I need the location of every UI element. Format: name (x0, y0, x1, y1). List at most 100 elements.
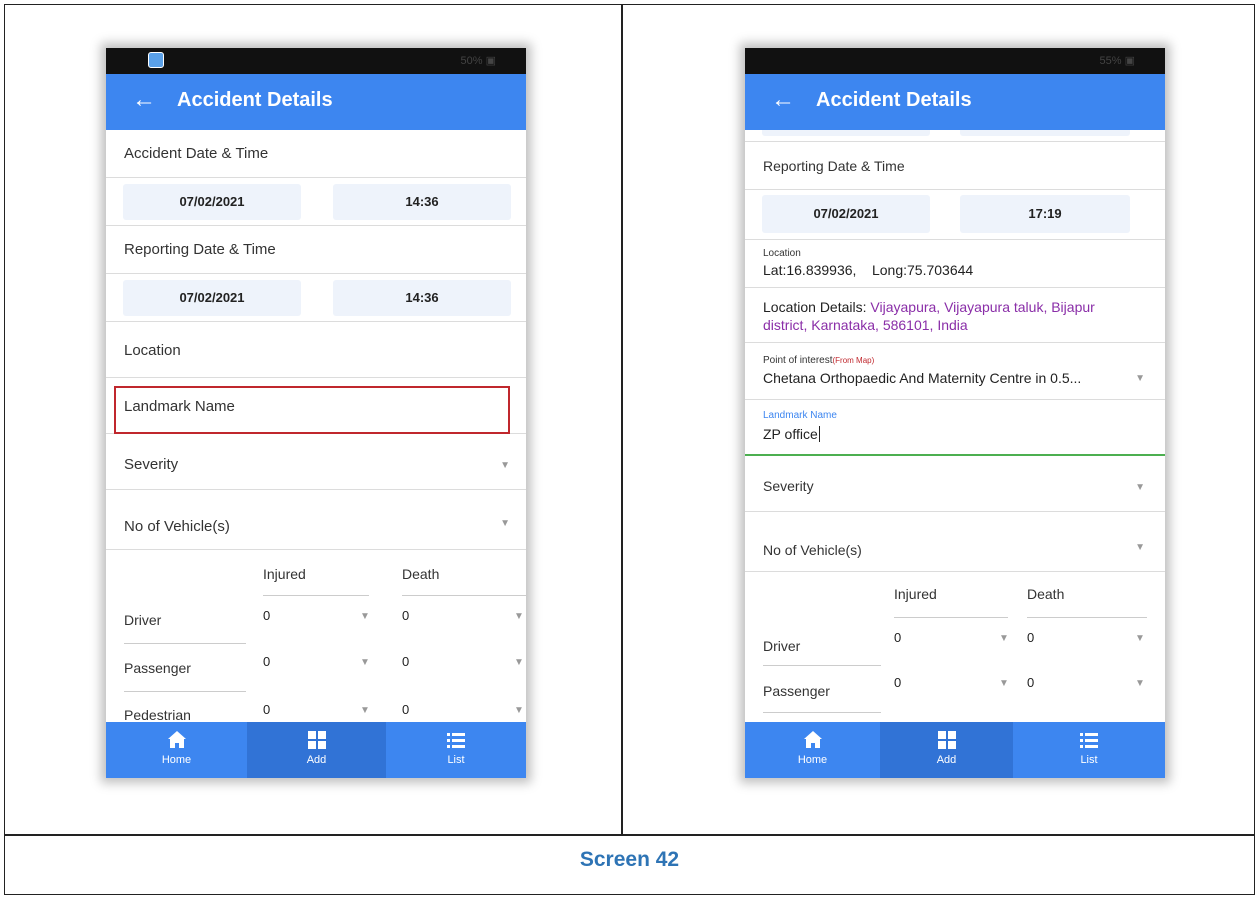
vehicles-select[interactable]: No of Vehicle(s) (124, 518, 230, 535)
home-icon (167, 731, 186, 748)
page-title: Accident Details (816, 89, 972, 111)
injured-column-header: Injured (263, 566, 306, 582)
pedestrian-label: Pedestrian (124, 707, 191, 722)
driver-injured-select[interactable]: 0 (263, 608, 270, 623)
page-title: Accident Details (177, 89, 333, 111)
back-arrow-icon[interactable]: ← (132, 88, 156, 112)
chevron-down-icon: ▼ (1135, 633, 1145, 644)
bottom-navigation: Home Add List (106, 722, 526, 778)
driver-injured-select[interactable]: 0 (894, 630, 901, 645)
screen-caption: Screen 42 (579, 848, 680, 871)
chevron-down-icon: ▼ (999, 678, 1009, 689)
driver-death-select[interactable]: 0 (1027, 630, 1034, 645)
chevron-down-icon: ▼ (514, 657, 524, 668)
severity-row[interactable]: Severity ▼ (745, 456, 1165, 512)
reporting-time-field[interactable]: 14:36 (333, 280, 511, 316)
chevron-down-icon: ▼ (999, 633, 1009, 644)
home-icon (803, 731, 822, 748)
nav-add[interactable]: Add (247, 722, 386, 778)
death-header-underline (1027, 617, 1147, 618)
form-content: Accident Date & Time 07/02/2021 14:36 Re… (106, 130, 526, 722)
passenger-label: Passenger (124, 660, 191, 676)
driver-label: Driver (124, 612, 162, 628)
location-row[interactable]: Location Lat:16.839936, Long:75.703644 (745, 240, 1165, 288)
nav-home-label: Home (161, 754, 192, 766)
back-arrow-icon[interactable]: ← (771, 88, 795, 112)
severity-dropdown-icon: ▼ (1135, 482, 1145, 493)
vehicles-dropdown-icon: ▼ (500, 518, 510, 529)
app-bar: ← Accident Details (106, 74, 526, 130)
reporting-date-field[interactable]: 07/02/2021 (123, 280, 301, 316)
severity-select[interactable]: Severity (124, 456, 178, 473)
severity-row[interactable]: Severity ▼ (106, 434, 526, 490)
passenger-injured-select[interactable]: 0 (894, 675, 901, 690)
vehicles-row[interactable]: No of Vehicle(s) ▼ (106, 490, 526, 550)
location-details: Location Details: Vijayapura, Vijayapura… (763, 298, 1158, 334)
location-details-value-line2: district, Karnataka, 586101, India (763, 317, 968, 333)
nav-home-label: Home (797, 754, 828, 766)
accident-date-field[interactable]: 07/02/2021 (123, 184, 301, 220)
location-details-label: Location Details: (763, 299, 871, 315)
latlong-value: Lat:16.839936, Long:75.703644 (763, 262, 973, 278)
reporting-date-time-header: Reporting Date & Time (106, 226, 526, 274)
vehicles-select[interactable]: No of Vehicle(s) (763, 542, 862, 558)
bottom-navigation: Home Add List (745, 722, 1165, 778)
chevron-down-icon: ▼ (360, 705, 370, 716)
chevron-down-icon: ▼ (1135, 373, 1145, 384)
chevron-down-icon: ▼ (514, 705, 524, 716)
driver-row-divider (763, 665, 881, 666)
nav-home[interactable]: Home (106, 722, 247, 778)
location-row[interactable]: Location (106, 322, 526, 378)
poi-from-map: (From Map) (832, 356, 875, 365)
column-divider (621, 4, 623, 835)
phone-screenshot-left: 50% ▣ ← Accident Details Accident Date &… (106, 48, 526, 778)
location-details-row: Location Details: Vijayapura, Vijayapura… (745, 288, 1165, 343)
injured-column-header: Injured (894, 586, 937, 602)
pedestrian-death-select[interactable]: 0 (402, 702, 409, 717)
row-divider (4, 834, 1255, 836)
poi-select[interactable]: Chetana Orthopaedic And Maternity Centre… (763, 370, 1081, 386)
status-bar: 55% ▣ (745, 48, 1165, 74)
poi-label: Point of interest (763, 355, 833, 366)
battery-status: 55% ▣ (1099, 55, 1135, 67)
location-details-value-line1: Vijayapura, Vijayapura taluk, Bijapur (870, 299, 1095, 315)
nav-list[interactable]: List (1013, 722, 1165, 778)
passenger-row-divider (124, 691, 246, 692)
nav-list[interactable]: List (386, 722, 526, 778)
passenger-death-select[interactable]: 0 (1027, 675, 1034, 690)
passenger-death-select[interactable]: 0 (402, 654, 409, 669)
reporting-date-time-label: Reporting Date & Time (763, 158, 905, 174)
poi-row[interactable]: Point of interest(From Map) Chetana Orth… (745, 343, 1165, 400)
nav-add-label: Add (306, 754, 327, 766)
reporting-date-time-row: 07/02/2021 17:19 (745, 190, 1165, 240)
landmark-name-input[interactable]: ZP office (763, 426, 820, 442)
reporting-time-field[interactable]: 17:19 (960, 195, 1130, 233)
landmark-row[interactable]: Landmark Name ZP office (745, 400, 1165, 456)
passenger-injured-select[interactable]: 0 (263, 654, 270, 669)
driver-death-select[interactable]: 0 (402, 608, 409, 623)
status-bar: 50% ▣ (106, 48, 526, 74)
vehicles-dropdown-icon: ▼ (1135, 542, 1145, 553)
poi-caption: Point of interest(From Map) (763, 355, 874, 366)
driver-label: Driver (763, 638, 801, 654)
nav-add[interactable]: Add (880, 722, 1013, 778)
accident-date-time-row: 07/02/2021 14:36 (106, 178, 526, 226)
battery-status: 50% ▣ (460, 55, 496, 67)
list-icon (1080, 733, 1098, 748)
reporting-date-time-header: Reporting Date & Time (745, 142, 1165, 190)
nav-home[interactable]: Home (745, 722, 880, 778)
severity-dropdown-icon: ▼ (500, 460, 510, 471)
severity-select[interactable]: Severity (763, 478, 814, 494)
reporting-date-field[interactable]: 07/02/2021 (762, 195, 930, 233)
injured-header-underline (263, 595, 369, 596)
death-column-header: Death (402, 566, 440, 582)
grid-icon (307, 731, 326, 749)
accident-time-field[interactable]: 14:36 (333, 184, 511, 220)
grid-icon (937, 731, 956, 749)
pedestrian-injured-select[interactable]: 0 (263, 702, 270, 717)
death-column-header: Death (1027, 586, 1065, 602)
accident-date-time-header: Accident Date & Time (106, 130, 526, 178)
vehicles-row[interactable]: No of Vehicle(s) ▼ (745, 512, 1165, 572)
longitude-value: Long:75.703644 (871, 262, 974, 278)
chevron-down-icon: ▼ (1135, 678, 1145, 689)
